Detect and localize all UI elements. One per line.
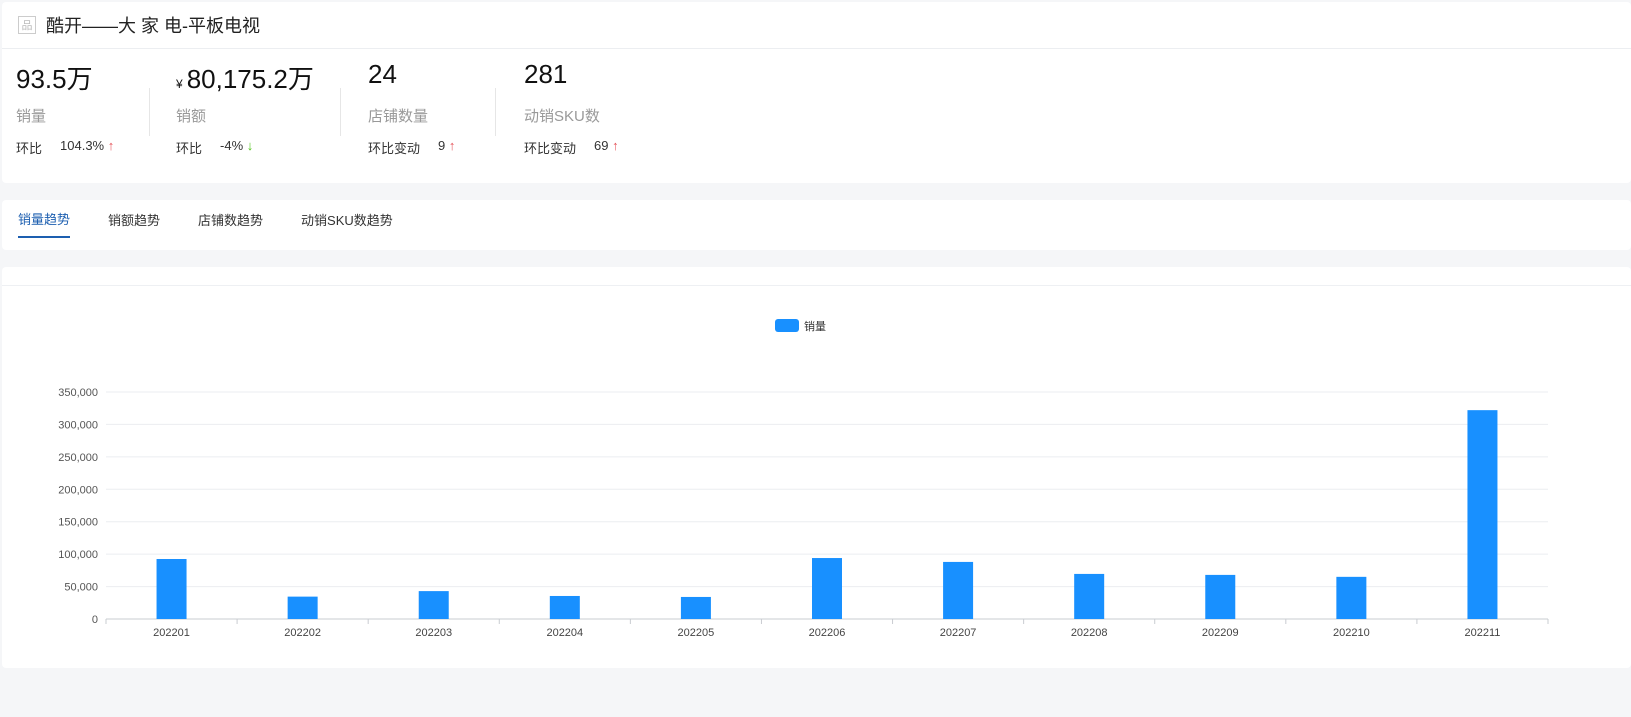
- bar-202203[interactable]: [418, 591, 449, 619]
- tab-1[interactable]: 销额趋势: [108, 200, 160, 238]
- x-tick-label: 202209: [1202, 627, 1239, 639]
- legend-swatch[interactable]: [775, 319, 799, 332]
- x-tick-label: 202207: [940, 627, 977, 639]
- stat-change: 环比 104.3% ↑: [16, 138, 162, 157]
- legend-label[interactable]: 销量: [804, 319, 826, 333]
- x-tick-label: 202202: [284, 627, 321, 639]
- change-label: 环比: [176, 141, 203, 156]
- change-value-wrap: -4% ↓: [220, 138, 253, 157]
- x-tick-label: 202205: [678, 627, 715, 639]
- y-tick-label: 250,000: [58, 452, 98, 464]
- bar-202208[interactable]: [1074, 573, 1105, 619]
- change-value: 9: [438, 138, 446, 153]
- page-title: 酷开——大 家 电-平板电视: [46, 16, 260, 36]
- change-value-wrap: 69 ↑: [594, 138, 619, 157]
- change-label: 环比变动: [368, 141, 421, 156]
- y-tick-label: 350,000: [58, 387, 98, 399]
- trend-tabs: 销量趋势 销额趋势 店铺数趋势 动销SKU数趋势: [2, 200, 1631, 250]
- x-tick-label: 202204: [546, 627, 583, 639]
- bar-202209[interactable]: [1205, 574, 1236, 619]
- stat-label: 销量: [16, 108, 47, 125]
- x-tick-label: 202211: [1465, 627, 1501, 639]
- divider: [340, 88, 341, 136]
- x-tick-label: 202206: [809, 627, 846, 639]
- stat-0: 93.5万销量环比 104.3% ↑: [2, 59, 162, 182]
- stat-value: 24: [368, 59, 510, 93]
- sales-bar-chart: 0 50,000 100,000 150,000 200,000 250,000 300,0…: [58, 319, 1549, 639]
- x-tick-label: 202208: [1071, 627, 1108, 639]
- arrow-up-icon: ↑: [448, 138, 456, 153]
- arrow-down-icon: ↓: [246, 138, 254, 153]
- y-tick-label: 150,000: [58, 517, 98, 529]
- y-tick-label: 100,000: [58, 549, 98, 561]
- stat-value: 281: [524, 59, 710, 93]
- divider: [149, 88, 150, 136]
- bar-202202[interactable]: [287, 596, 318, 619]
- divider: [495, 88, 496, 136]
- stat-label: 店铺数量: [368, 108, 429, 125]
- bar-202201[interactable]: [156, 559, 187, 619]
- stats-row: 93.5万销量环比 104.3% ↑ ¥80,175.2万销额环比 -4% ↓ 24 店铺…: [2, 49, 1631, 182]
- bar-202211[interactable]: [1467, 410, 1498, 619]
- stat-change: 环比变动 69 ↑: [524, 138, 710, 157]
- x-tick-label: 202210: [1333, 627, 1370, 639]
- change-value: 69: [594, 138, 609, 153]
- change-value: -4%: [220, 138, 244, 153]
- change-value-wrap: 9 ↑: [438, 138, 455, 157]
- stat-3: 281 动销SKU数 环比变动 69 ↑: [510, 59, 710, 182]
- y-tick-label: 300,000: [58, 419, 98, 431]
- chart-card: 0 50,000 100,000 150,000 200,000 250,000 300,0…: [2, 267, 1631, 668]
- stat-change: 环比 -4% ↓: [176, 138, 354, 157]
- tab-3[interactable]: 动销SKU数趋势: [301, 200, 393, 238]
- stat-value: ¥80,175.2万: [176, 59, 354, 94]
- bar-202210[interactable]: [1336, 576, 1367, 619]
- bar-202204[interactable]: [549, 595, 580, 619]
- stat-1: ¥80,175.2万销额环比 -4% ↓: [162, 59, 354, 182]
- tab-2[interactable]: 店铺数趋势: [198, 200, 263, 238]
- stat-number: 24: [368, 59, 397, 89]
- change-label: 环比变动: [524, 141, 577, 156]
- stat-value: 93.5万: [16, 59, 162, 94]
- category-icon: 品: [18, 16, 36, 34]
- stat-number: 281: [524, 59, 568, 89]
- bar-202207[interactable]: [943, 561, 974, 619]
- stat-number: 80,175.2万: [186, 64, 314, 94]
- arrow-up-icon: ↑: [612, 138, 619, 153]
- stat-number: 93.5万: [16, 64, 93, 94]
- currency-symbol: ¥: [176, 77, 183, 91]
- y-tick-label: 50,000: [64, 582, 98, 594]
- summary-card: 品 酷开——大 家 电-平板电视 93.5万销量环比 104.3% ↑ ¥80,17…: [2, 2, 1631, 183]
- bar-202205[interactable]: [680, 596, 711, 619]
- bar-202206[interactable]: [812, 558, 842, 619]
- y-tick-label: 0: [92, 614, 98, 626]
- change-value-wrap: 104.3% ↑: [60, 138, 114, 157]
- x-tick-label: 202201: [153, 627, 190, 639]
- change-value: 104.3%: [60, 138, 105, 153]
- x-tick-label: 202203: [415, 627, 452, 639]
- stat-2: 24 店铺数量环比变动 9 ↑: [354, 59, 510, 182]
- stat-label: 销额: [176, 108, 207, 125]
- title-bar: 品 酷开——大 家 电-平板电视: [2, 2, 1631, 49]
- arrow-up-icon: ↑: [107, 138, 115, 153]
- tab-0[interactable]: 销量趋势: [18, 200, 71, 238]
- stat-change: 环比变动 9 ↑: [368, 138, 510, 157]
- stat-label: 动销SKU数: [524, 108, 600, 125]
- y-tick-label: 200,000: [58, 484, 98, 496]
- change-label: 环比: [16, 141, 43, 156]
